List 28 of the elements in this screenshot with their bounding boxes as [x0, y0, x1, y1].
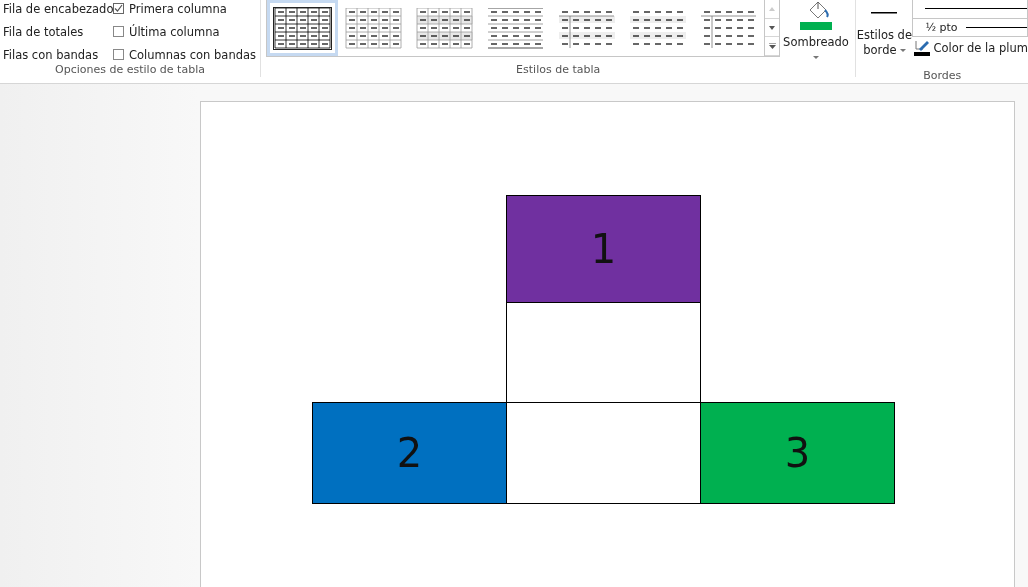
- table-style-icon: [345, 7, 402, 49]
- pen-icon: [914, 39, 931, 56]
- style-option[interactable]: Fila de encabezado: [3, 0, 113, 17]
- checkbox[interactable]: [113, 26, 124, 37]
- table-cell: 3: [700, 402, 895, 504]
- up-arrow-icon: [769, 6, 775, 11]
- checkbox-option[interactable]: Primera columna: [113, 0, 261, 17]
- checkbox-option[interactable]: Columnas con bandas: [113, 46, 261, 63]
- checkbox[interactable]: [113, 3, 124, 14]
- table-style-icon: [487, 7, 544, 49]
- table-style-option[interactable]: [267, 0, 338, 56]
- table-cell: 2: [312, 402, 507, 504]
- line-style-icon: [871, 12, 898, 14]
- pen-weight[interactable]: ½ pto: [925, 20, 958, 34]
- table-style-icon: [274, 7, 331, 49]
- group-label: Estilos de tabla: [515, 63, 602, 77]
- group-label: Opciones de estilo de tabla: [54, 63, 206, 77]
- dropdown-arrow-icon: [899, 48, 906, 53]
- checkbox-option[interactable]: Última columna: [113, 23, 261, 40]
- style-option[interactable]: Filas con bandas: [3, 46, 113, 63]
- down-arrow-icon: [769, 25, 775, 30]
- group-label: Bordes: [922, 69, 963, 83]
- table-cell: 1: [506, 195, 701, 303]
- checkbox[interactable]: [113, 49, 124, 60]
- dropdown-arrow-icon: [813, 56, 819, 60]
- expand-icon: [768, 43, 776, 50]
- table-style-icon: [416, 7, 473, 49]
- style-option[interactable]: Fila de totales: [3, 23, 113, 40]
